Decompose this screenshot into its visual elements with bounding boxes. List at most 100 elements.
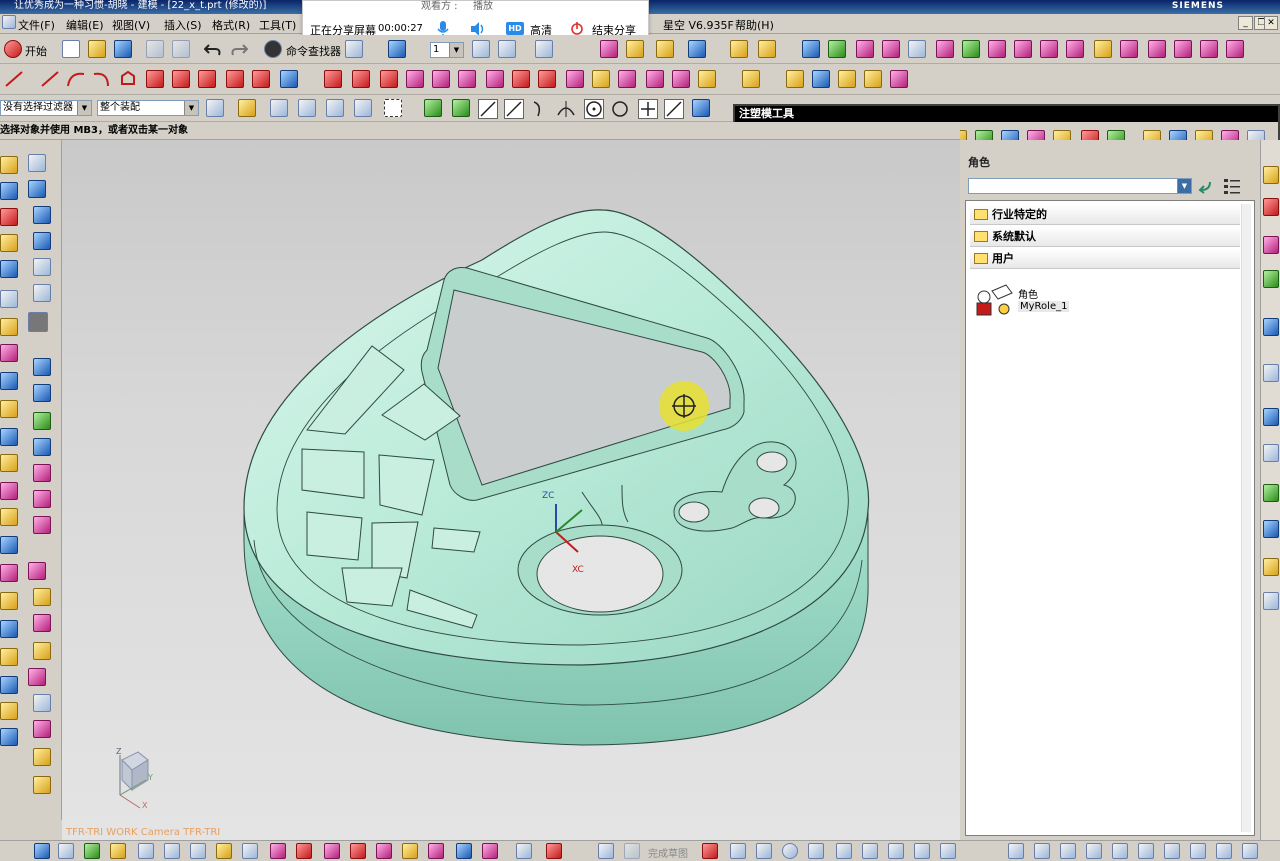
grid-icon[interactable]	[908, 40, 926, 58]
menu-tools[interactable]: 工具(T)	[259, 17, 296, 33]
curve-e-icon[interactable]	[252, 70, 270, 88]
menu-view[interactable]: 视图(V)	[112, 17, 150, 33]
wire-cube-icon[interactable]	[33, 258, 51, 276]
sketch-39-icon[interactable]	[1190, 843, 1206, 859]
back-arrow-icon[interactable]	[1196, 178, 1214, 194]
resource-9-icon[interactable]	[1263, 484, 1279, 502]
rectangle-select-icon[interactable]	[384, 99, 402, 117]
wire-cube-2-icon[interactable]	[33, 284, 51, 302]
sketch-2-icon[interactable]	[58, 843, 74, 859]
left-tool-9-icon[interactable]	[0, 372, 18, 390]
sketch-circle-icon[interactable]	[782, 843, 798, 859]
curve-d-icon[interactable]	[226, 70, 244, 88]
arrow-left-icon[interactable]	[406, 70, 424, 88]
edit-curve-icon[interactable]	[324, 70, 342, 88]
fill-icon[interactable]	[698, 70, 716, 88]
left-tool-8-icon[interactable]	[0, 344, 18, 362]
curve-a-icon[interactable]	[146, 70, 164, 88]
mold-side-1-icon[interactable]	[28, 562, 46, 580]
cube-2-icon[interactable]	[33, 232, 51, 250]
sketch-10-icon[interactable]	[270, 843, 286, 859]
face-4-icon[interactable]	[33, 438, 51, 456]
analyze-icon[interactable]	[890, 70, 908, 88]
tool-c-icon[interactable]	[1040, 40, 1058, 58]
sketch-32-icon[interactable]	[1008, 843, 1024, 859]
resource-6-icon[interactable]	[1263, 364, 1279, 382]
orient-icon[interactable]	[535, 40, 553, 58]
sketch-20-icon[interactable]	[546, 843, 562, 859]
eraser-icon[interactable]	[672, 70, 690, 88]
part-model[interactable]: ZC XC Z X Y	[62, 140, 960, 840]
folder-industry[interactable]: 行业特定的	[970, 205, 1240, 225]
face-1-icon[interactable]	[33, 358, 51, 376]
sketch-21-icon[interactable]	[598, 843, 614, 859]
trim-icon[interactable]	[352, 70, 370, 88]
feature-1-icon[interactable]	[28, 154, 46, 172]
copy-icon[interactable]	[146, 40, 164, 58]
arc-2-icon[interactable]	[92, 70, 112, 88]
sketch-16-icon[interactable]	[428, 843, 444, 859]
join-icon[interactable]	[538, 70, 556, 88]
add-feature-icon[interactable]	[742, 70, 760, 88]
snap-end-icon[interactable]	[452, 99, 470, 117]
window-icon[interactable]	[345, 40, 363, 58]
face-3-icon[interactable]	[33, 412, 51, 430]
left-tool-16-icon[interactable]	[0, 564, 18, 582]
clip-icon[interactable]	[786, 70, 804, 88]
select-back-icon[interactable]	[270, 99, 288, 117]
sketch-24-icon[interactable]	[730, 843, 746, 859]
checkmark-icon[interactable]	[962, 40, 980, 58]
mold-down-icon[interactable]	[802, 40, 820, 58]
left-tool-14-icon[interactable]	[0, 508, 18, 526]
tool-h-icon[interactable]	[1174, 40, 1192, 58]
left-tool-18-icon[interactable]	[0, 620, 18, 638]
menu-format[interactable]: 格式(R)	[212, 17, 250, 33]
snap-icon[interactable]	[688, 40, 706, 58]
sketch-1-icon[interactable]	[34, 843, 50, 859]
resource-1-icon[interactable]	[1263, 166, 1279, 184]
sew-icon[interactable]	[618, 70, 636, 88]
snap-line-icon[interactable]	[478, 99, 498, 119]
left-tool-10-icon[interactable]	[0, 400, 18, 418]
select-edge-icon[interactable]	[354, 99, 372, 117]
face-7-icon[interactable]	[33, 516, 51, 534]
measure-icon[interactable]	[730, 40, 748, 58]
paste-icon[interactable]	[172, 40, 190, 58]
menu-help[interactable]: 帮助(H)	[735, 17, 774, 33]
pull-split-icon[interactable]	[882, 40, 900, 58]
ruler-icon[interactable]	[838, 70, 856, 88]
sketch-28-icon[interactable]	[862, 843, 878, 859]
minimize-icon[interactable]: _	[1238, 16, 1253, 30]
mold-arrow-icon[interactable]	[828, 40, 846, 58]
left-tool-13-icon[interactable]	[0, 482, 18, 500]
menu-edit[interactable]: 编辑(E)	[66, 17, 104, 33]
open-folder-icon[interactable]	[88, 40, 106, 58]
sketch-8-icon[interactable]	[216, 843, 232, 859]
snap-quadrant-icon[interactable]	[610, 99, 630, 119]
layer-select[interactable]: 1 ▼	[430, 42, 464, 58]
sketch-5-icon[interactable]	[138, 843, 154, 859]
resource-11-icon[interactable]	[1263, 558, 1279, 576]
paint-icon[interactable]	[592, 70, 610, 88]
mold-side-7-icon[interactable]	[33, 720, 51, 738]
face-6-icon[interactable]	[33, 490, 51, 508]
left-tool-20-icon[interactable]	[0, 676, 18, 694]
snap-existing-point-icon[interactable]	[638, 99, 658, 119]
role-search-select[interactable]: ▼	[968, 178, 1192, 194]
folder-system-default[interactable]: 系统默认	[970, 227, 1240, 247]
sketch-33-icon[interactable]	[1034, 843, 1050, 859]
sketch-14-icon[interactable]	[376, 843, 392, 859]
mold-side-5-icon[interactable]	[28, 668, 46, 686]
sketch-34-icon[interactable]	[1060, 843, 1076, 859]
analysis-icon[interactable]	[758, 40, 776, 58]
snap-intersection-icon[interactable]	[556, 99, 576, 119]
offset-icon[interactable]	[380, 70, 398, 88]
resource-8-icon[interactable]	[1263, 444, 1279, 462]
snap-face-icon[interactable]	[692, 99, 710, 117]
start-button[interactable]: 开始	[25, 43, 47, 59]
mold-side-8-icon[interactable]	[33, 748, 51, 766]
type-filter-select[interactable]: 没有选择过滤器 ▼	[0, 100, 92, 116]
arc-icon[interactable]	[66, 70, 86, 88]
curve-b-icon[interactable]	[172, 70, 190, 88]
move-layer-icon[interactable]	[498, 40, 516, 58]
